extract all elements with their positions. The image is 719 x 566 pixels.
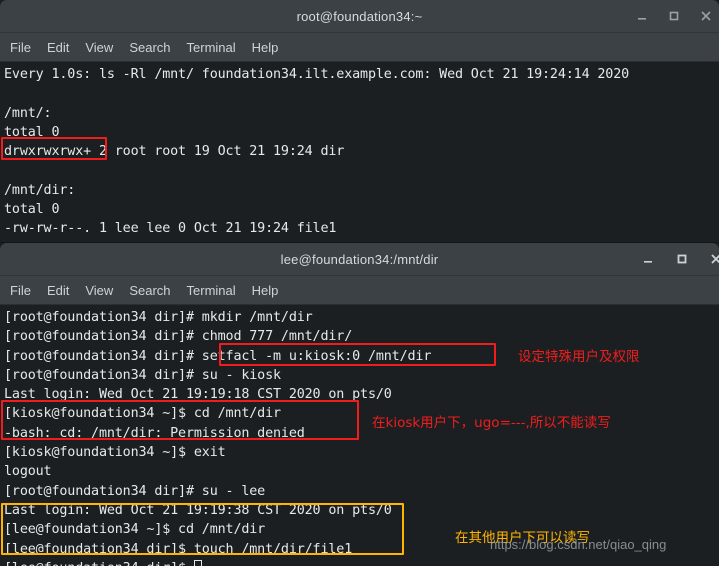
window-title-root: root@foundation34:~ — [296, 8, 423, 24]
maximize-icon[interactable] — [675, 252, 689, 266]
terminal-line: /mnt/: — [4, 105, 52, 121]
window-controls-lee[interactable] — [641, 243, 719, 275]
titlebar-root-window[interactable]: root@foundation34:~ — [0, 0, 719, 33]
annotation-kiosk-note: 在kiosk用户下，ugo=---,所以不能读写 — [372, 415, 611, 431]
terminal-line: [root@foundation34 dir]# su - kiosk — [4, 367, 281, 383]
terminal-window-root[interactable]: root@foundation34:~ File Edit View Searc… — [0, 0, 719, 249]
terminal-line: [root@foundation34 dir]# mkdir /mnt/dir — [4, 310, 313, 325]
menubar-root-window[interactable]: File Edit View Search Terminal Help — [0, 33, 719, 62]
menu-item-edit[interactable]: Edit — [47, 283, 69, 298]
terminal-line-prompt: [lee@foundation34 dir]$ — [4, 559, 715, 566]
menu-item-file[interactable]: File — [10, 40, 31, 55]
menu-item-search[interactable]: Search — [129, 283, 170, 298]
watermark-url: https://blog.csdn.net/qiao_qing — [490, 537, 667, 552]
prompt-text: [lee@foundation34 dir]$ — [4, 561, 194, 566]
menu-item-view[interactable]: View — [85, 283, 113, 298]
terminal-line: total 0 — [4, 202, 60, 218]
menu-item-help[interactable]: Help — [252, 283, 279, 298]
window-controls-root[interactable] — [635, 0, 713, 32]
close-icon[interactable] — [699, 9, 713, 23]
terminal-line: [root@foundation34 dir]# su - lee — [4, 483, 266, 499]
terminal-window-lee[interactable]: lee@foundation34:/mnt/dir File Edit View… — [0, 243, 719, 566]
titlebar-lee-window[interactable]: lee@foundation34:/mnt/dir — [0, 243, 719, 276]
desktop-background: root@foundation34:~ File Edit View Searc… — [0, 0, 719, 566]
terminal-line: drwxrwxrwx+ 2 root root 19 Oct 21 19:24 … — [4, 144, 345, 160]
menu-item-terminal[interactable]: Terminal — [187, 283, 236, 298]
terminal-line: total 0 — [4, 124, 60, 140]
terminal-line: [kiosk@foundation34 ~]$ exit — [4, 445, 226, 461]
terminal-line: /mnt/dir: — [4, 182, 76, 198]
annotation-setfacl-note: 设定特殊用户及权限 — [518, 349, 640, 365]
minimize-icon[interactable] — [635, 9, 649, 23]
text-cursor — [193, 559, 202, 566]
terminal-line: Last login: Wed Oct 21 19:19:38 CST 2020… — [4, 502, 392, 518]
minimize-icon[interactable] — [641, 252, 655, 266]
terminal-line: -rw-rw-r--. 1 lee lee 0 Oct 21 19:24 fil… — [4, 221, 337, 237]
menu-item-edit[interactable]: Edit — [47, 40, 69, 55]
menu-item-search[interactable]: Search — [129, 40, 170, 55]
menu-item-view[interactable]: View — [85, 40, 113, 55]
terminal-output-root[interactable]: Every 1.0s: ls -Rl /mnt/ foundation34.il… — [0, 62, 719, 249]
window-title-lee: lee@foundation34:/mnt/dir — [280, 251, 439, 267]
terminal-line: Last login: Wed Oct 21 19:19:18 CST 2020… — [4, 387, 392, 403]
maximize-icon[interactable] — [667, 9, 681, 23]
menu-item-help[interactable]: Help — [252, 40, 279, 55]
menu-item-file[interactable]: File — [10, 283, 31, 298]
terminal-line: [root@foundation34 dir]# chmod 777 /mnt/… — [4, 329, 353, 345]
menubar-lee-window[interactable]: File Edit View Search Terminal Help — [0, 276, 719, 305]
menu-item-terminal[interactable]: Terminal — [187, 40, 236, 55]
close-icon[interactable] — [709, 252, 719, 266]
terminal-line: logout — [4, 464, 52, 480]
terminal-line: Every 1.0s: ls -Rl /mnt/ foundation34.il… — [4, 67, 630, 82]
